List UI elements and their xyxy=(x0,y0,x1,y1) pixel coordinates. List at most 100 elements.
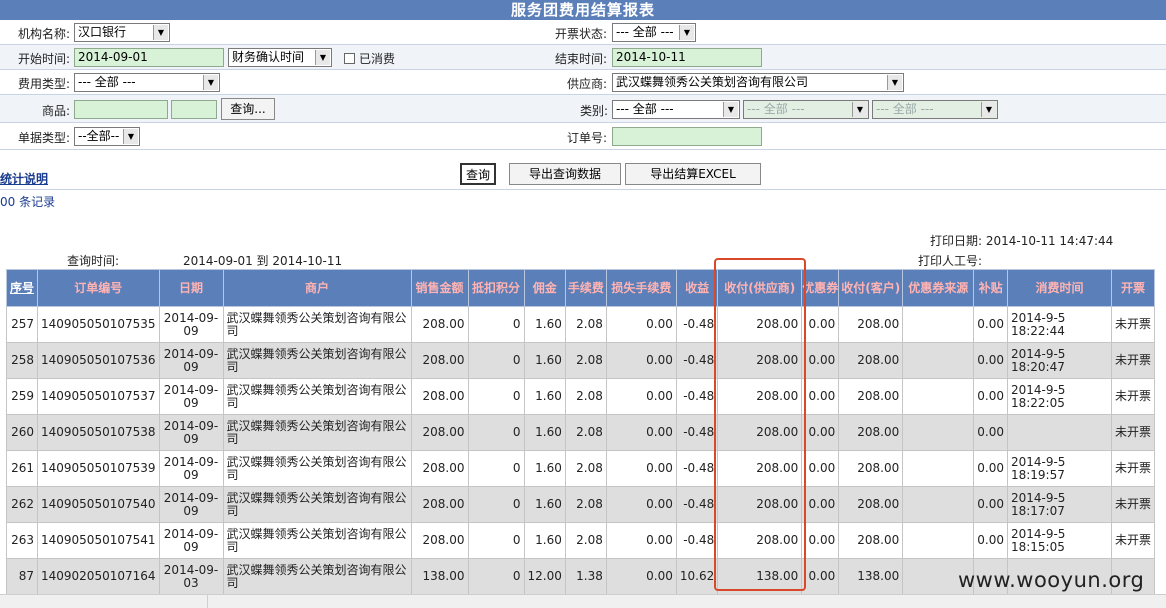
table-cell: 未开票 xyxy=(1110,522,1155,559)
goods-query-button[interactable]: 查询... xyxy=(221,98,275,120)
table-cell: 0.00 xyxy=(801,558,840,595)
chevron-down-icon: ▼ xyxy=(315,50,330,65)
table-cell: 208.00 xyxy=(410,342,469,379)
table-cell: 2014-9-5 18:19:57 xyxy=(1006,450,1112,487)
col-header: 商户 xyxy=(222,269,412,307)
table-cell: 140905050107540 xyxy=(37,486,160,523)
table-cell: 208.00 xyxy=(410,414,469,451)
goods-input-1[interactable] xyxy=(74,100,168,119)
table-row: 260 140905050107538 2014-09-09 武汉蝶舞领秀公关策划咨询… xyxy=(6,414,1155,451)
table-cell: 未开票 xyxy=(1110,414,1155,451)
table-cell: 0.00 xyxy=(973,342,1008,379)
status-bar-segment xyxy=(0,595,208,608)
table-cell: 武汉蝶舞领秀公关策划咨询有限公司 xyxy=(222,342,412,379)
table-cell xyxy=(1006,414,1112,451)
category-select-1[interactable]: --- 全部 --- ▼ xyxy=(612,100,740,119)
table-cell: 262 xyxy=(6,486,38,523)
table-cell: 0.00 xyxy=(973,486,1008,523)
invoice-status-value: --- 全部 --- xyxy=(616,25,674,39)
col-header: 佣金 xyxy=(523,269,566,307)
supplier-select[interactable]: 武汉蝶舞领秀公关策划咨询有限公司 ▼ xyxy=(612,73,904,92)
order-no-input[interactable] xyxy=(612,127,762,146)
table-cell: 2014-09-09 xyxy=(158,306,224,343)
table-cell: 2014-09-09 xyxy=(158,486,224,523)
col-header: 收付(客户) xyxy=(838,269,904,307)
table-cell: 武汉蝶舞领秀公关策划咨询有限公司 xyxy=(222,486,412,523)
start-time-label: 开始时间: xyxy=(18,52,71,66)
org-select[interactable]: 汉口银行 ▼ xyxy=(74,23,170,42)
col-header: 消费时间 xyxy=(1006,269,1112,307)
goods-input-2[interactable] xyxy=(171,100,217,119)
filter-row-1: 机构名称: 汉口银行 ▼ 开票状态: --- 全部 --- ▼ xyxy=(0,20,1166,45)
query-time-value: 2014-09-01 到 2014-10-11 xyxy=(183,254,343,268)
table-cell: 208.00 xyxy=(410,306,469,343)
filter-row-3: 费用类型: --- 全部 --- ▼ 供应商: 武汉蝶舞领秀公关策划咨询有限公司… xyxy=(0,70,1166,95)
start-time-input[interactable]: 2014-09-01 xyxy=(74,48,224,67)
table-cell: 1.38 xyxy=(564,558,607,595)
fee-type-select[interactable]: --- 全部 --- ▼ xyxy=(74,73,220,92)
stats-link[interactable]: 统计说明 xyxy=(0,170,48,187)
table-cell: -0.48 xyxy=(675,306,719,343)
org-select-value: 汉口银行 xyxy=(78,25,127,39)
table-cell: 1.60 xyxy=(523,342,566,379)
table-cell xyxy=(902,378,975,415)
export-excel-button[interactable]: 导出结算EXCEL xyxy=(625,163,761,185)
table-row: 262 140905050107540 2014-09-09 武汉蝶舞领秀公关策划咨询… xyxy=(6,486,1155,523)
table-cell: 140905050107535 xyxy=(37,306,160,343)
printer-id: 打印人工号: xyxy=(918,254,983,268)
category-value-1: --- 全部 --- xyxy=(616,102,674,116)
table-cell: 2014-09-09 xyxy=(158,342,224,379)
table-cell: 0.00 xyxy=(801,414,840,451)
table-cell: 0.00 xyxy=(801,306,840,343)
export-query-button[interactable]: 导出查询数据 xyxy=(509,163,621,185)
table-cell: 208.00 xyxy=(410,522,469,559)
table-cell: 208.00 xyxy=(717,342,803,379)
table-cell: 208.00 xyxy=(838,486,904,523)
table-cell: 140905050107538 xyxy=(37,414,160,451)
table-cell: 1.60 xyxy=(523,378,566,415)
table-cell: 87 xyxy=(6,558,38,595)
table-cell: 0.00 xyxy=(973,450,1008,487)
time-type-select[interactable]: 财务确认时间 ▼ xyxy=(228,48,332,67)
table-cell: 武汉蝶舞领秀公关策划咨询有限公司 xyxy=(222,306,412,343)
table-cell: 208.00 xyxy=(717,306,803,343)
table-cell: 140905050107539 xyxy=(37,450,160,487)
category-select-3[interactable]: --- 全部 --- ▼ xyxy=(872,100,998,119)
table-cell: 1.60 xyxy=(523,306,566,343)
table-cell: 0.00 xyxy=(605,342,677,379)
table-cell: 10.62 xyxy=(675,558,719,595)
table-cell: 258 xyxy=(6,342,38,379)
table-cell: 140905050107541 xyxy=(37,522,160,559)
doc-type-label: 单据类型: xyxy=(18,131,71,145)
table-cell: 未开票 xyxy=(1110,342,1155,379)
table-cell: 0.00 xyxy=(801,450,840,487)
doc-type-select[interactable]: --全部-- ▼ xyxy=(74,127,140,146)
col-header: 收付(供应商) xyxy=(717,269,803,307)
doc-type-value: --全部-- xyxy=(78,129,120,143)
table-cell: 208.00 xyxy=(838,522,904,559)
chevron-down-icon: ▼ xyxy=(887,75,902,90)
table-cell: 0.00 xyxy=(973,378,1008,415)
col-header: 损失手续费 xyxy=(605,269,677,307)
print-date: 打印日期: 2014-10-11 14:47:44 xyxy=(930,234,1114,248)
table-cell: 1.60 xyxy=(523,414,566,451)
category-label: 类别: xyxy=(580,104,609,118)
table-cell xyxy=(902,414,975,451)
col-header: 抵扣积分 xyxy=(467,269,525,307)
col-header: 优惠券来源 xyxy=(902,269,975,307)
table-cell: 0 xyxy=(467,486,525,523)
table-cell: 未开票 xyxy=(1110,450,1155,487)
table-cell: 0.00 xyxy=(605,414,677,451)
invoice-status-select[interactable]: --- 全部 --- ▼ xyxy=(612,23,696,42)
end-time-input[interactable]: 2014-10-11 xyxy=(612,48,762,67)
col-header: 日期 xyxy=(158,269,224,307)
col-header[interactable]: 序号 xyxy=(6,269,38,307)
query-button[interactable]: 查询 xyxy=(460,163,496,185)
table-cell: 0 xyxy=(467,306,525,343)
table-cell: 208.00 xyxy=(410,486,469,523)
consumed-checkbox[interactable] xyxy=(344,53,355,64)
table-cell: -0.48 xyxy=(675,450,719,487)
col-header: 优惠券 xyxy=(801,269,840,307)
table-cell: -0.48 xyxy=(675,414,719,451)
category-select-2[interactable]: --- 全部 --- ▼ xyxy=(743,100,869,119)
